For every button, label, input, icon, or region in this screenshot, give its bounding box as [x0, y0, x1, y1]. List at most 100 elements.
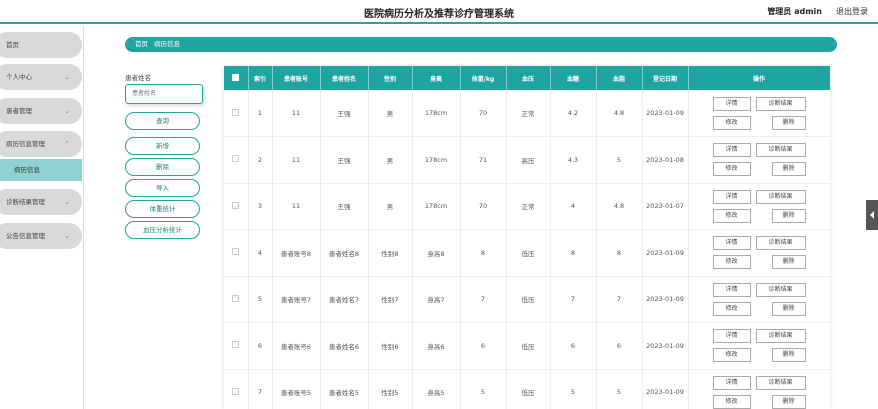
row-actions: 详情 诊断结果 修改 删除 [688, 90, 830, 137]
diagnosis-button[interactable]: 诊断结果 [755, 329, 806, 344]
column-header: 患者姓名 [320, 66, 369, 90]
sidebar-item-records[interactable]: 病历信息管理 ⌃ [0, 131, 82, 157]
search-input[interactable] [125, 84, 203, 104]
column-header: 体重/kg [460, 66, 507, 90]
table-cell: 8 [460, 229, 507, 277]
table-cell: 正常 [506, 183, 551, 230]
detail-button[interactable]: 详情 [712, 189, 751, 204]
table-cell: 正常 [506, 90, 551, 137]
delete-row-button[interactable]: 删除 [771, 208, 806, 223]
diagnosis-button[interactable]: 诊断结果 [755, 189, 806, 204]
table-cell: 患者姓名6 [320, 322, 369, 370]
search-label: 患者姓名 [125, 74, 151, 82]
table-cell: 5 [248, 276, 273, 323]
row-checkbox[interactable] [224, 322, 249, 370]
table-cell: 5 [460, 369, 507, 409]
table-cell: 2023-01-08 [642, 136, 689, 184]
table-cell: 2 [248, 136, 273, 184]
bp-stats-button[interactable]: 血压分析统计 [125, 221, 200, 239]
detail-button[interactable]: 详情 [712, 375, 751, 390]
table-cell: 1 [248, 90, 273, 137]
sidebar-subitem-label: 病历信息 [14, 166, 40, 174]
select-all-checkbox[interactable] [224, 66, 249, 90]
sidebar-item-notices[interactable]: 公告信息管理 ⌄ [0, 223, 82, 249]
breadcrumb-home[interactable]: 首页 [135, 40, 148, 48]
delete-row-button[interactable]: 删除 [771, 348, 806, 363]
edit-button[interactable]: 修改 [712, 301, 751, 316]
detail-button[interactable]: 详情 [712, 96, 751, 111]
table-row: 3 11 王强男 178cm 70 正常 4 4.8 2023-01-07 详情 诊断结果 修改 删除 [224, 183, 830, 230]
detail-button[interactable]: 详情 [712, 236, 751, 251]
sidebar-subitem-record-info[interactable]: 病历信息 [0, 159, 82, 181]
table-cell: 男 [368, 183, 413, 230]
breadcrumb-current: 病历信息 [154, 40, 181, 48]
table-cell: 2023-01-09 [642, 276, 689, 323]
row-checkbox[interactable] [224, 90, 249, 137]
row-checkbox[interactable] [224, 183, 249, 230]
table-cell: 5 [596, 369, 643, 409]
table-cell: 患者账号7 [272, 276, 321, 323]
add-button[interactable]: 新增 [125, 137, 200, 155]
table-row: 6 患者账号6 患者姓名6 性别6 身高6 6 低压 6 6 2023-01-09 详情 诊断结果 修改… [224, 322, 830, 370]
sidebar-item-profile[interactable]: 个人中心 ⌄ [0, 64, 82, 90]
table-cell: 8 [596, 229, 643, 277]
side-collapse-tab[interactable] [866, 200, 878, 230]
table-cell: 8 [550, 229, 597, 277]
sidebar-item-label: 病历信息管理 [6, 140, 45, 148]
table-cell: 11 [272, 136, 321, 184]
table-cell: 4.3 [550, 136, 597, 184]
column-header: 血脂 [596, 66, 643, 90]
edit-button[interactable]: 修改 [712, 208, 751, 223]
logout-link[interactable]: 退出登录 [836, 6, 868, 17]
import-button[interactable]: 导入 [125, 179, 200, 197]
table-cell: 患者姓名7 [320, 276, 369, 323]
edit-button[interactable]: 修改 [712, 255, 751, 270]
delete-row-button[interactable]: 删除 [771, 255, 806, 270]
sidebar-item-home[interactable]: 首页 [0, 32, 82, 58]
row-checkbox[interactable] [224, 229, 249, 277]
table-cell: 11 [272, 183, 321, 230]
table-cell: 身高7 [412, 276, 461, 323]
row-actions: 详情 诊断结果 修改 删除 [688, 276, 830, 323]
column-header: 操作 [688, 66, 830, 90]
diagnosis-button[interactable]: 诊断结果 [755, 236, 806, 251]
delete-row-button[interactable]: 删除 [771, 301, 806, 316]
table-cell: 7 [460, 276, 507, 323]
chevron-down-icon: ⌄ [64, 232, 70, 240]
delete-row-button[interactable]: 删除 [771, 115, 806, 130]
row-checkbox[interactable] [224, 136, 249, 184]
diagnosis-button[interactable]: 诊断结果 [755, 375, 806, 390]
table-cell: 4.8 [596, 90, 643, 137]
diagnosis-button[interactable]: 诊断结果 [755, 282, 806, 297]
table-header-row: 索引 患者账号 患者姓名 性别 身高 体重/kg 血压 血糖 血脂 登记日期 操… [224, 66, 830, 90]
edit-button[interactable]: 修改 [712, 394, 751, 409]
delete-button[interactable]: 删除 [125, 158, 200, 176]
table-cell: 6 [248, 322, 273, 370]
table-cell: 患者账号8 [272, 229, 321, 277]
diagnosis-button[interactable]: 诊断结果 [755, 96, 806, 111]
diagnosis-button[interactable]: 诊断结果 [755, 143, 806, 158]
table-cell: 身高8 [412, 229, 461, 277]
edit-button[interactable]: 修改 [712, 348, 751, 363]
detail-button[interactable]: 详情 [712, 143, 751, 158]
delete-row-button[interactable]: 删除 [771, 162, 806, 177]
table-cell: 高压 [506, 136, 551, 184]
detail-button[interactable]: 详情 [712, 282, 751, 297]
table-cell: 王强 [320, 90, 369, 137]
table-cell: 4 [248, 229, 273, 277]
sidebar-item-patients[interactable]: 患者管理 ⌄ [0, 98, 82, 124]
row-checkbox[interactable] [224, 276, 249, 323]
table-cell: 5 [550, 369, 597, 409]
query-button[interactable]: 查询 [125, 112, 200, 130]
delete-row-button[interactable]: 删除 [771, 394, 806, 409]
sidebar-item-label: 个人中心 [6, 73, 32, 81]
breadcrumb: 首页 病历信息 [125, 37, 837, 52]
edit-button[interactable]: 修改 [712, 162, 751, 177]
weight-stats-button[interactable]: 体重统计 [125, 200, 200, 218]
edit-button[interactable]: 修改 [712, 115, 751, 130]
row-checkbox[interactable] [224, 369, 249, 409]
sidebar-item-label: 患者管理 [6, 107, 32, 115]
detail-button[interactable]: 详情 [712, 329, 751, 344]
sidebar-item-diagnosis[interactable]: 诊断结果管理 ⌄ [0, 189, 82, 215]
table-cell: 7 [596, 276, 643, 323]
